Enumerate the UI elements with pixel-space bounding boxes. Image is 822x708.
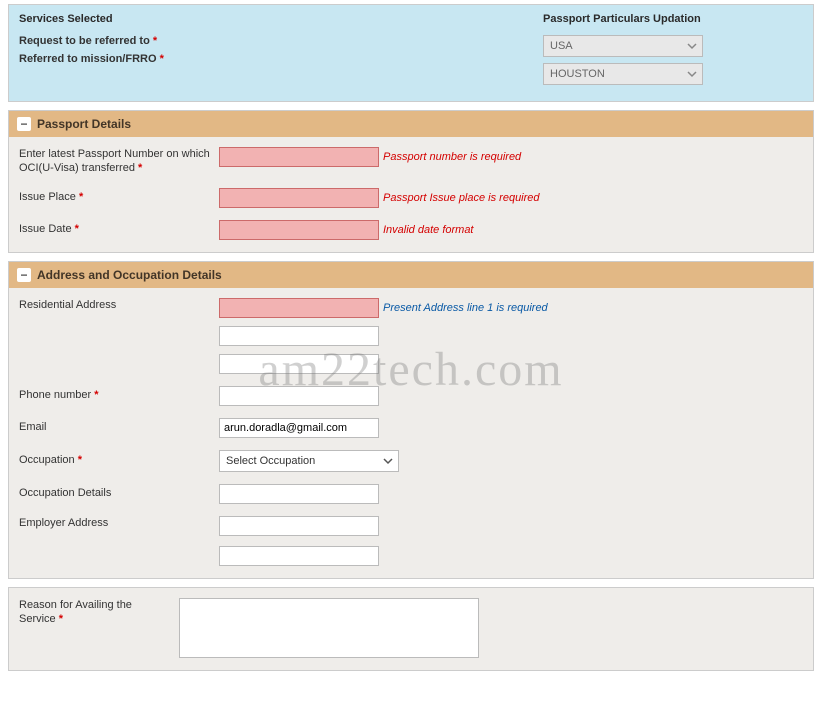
phone-input[interactable] [219, 386, 379, 406]
passport-number-error: Passport number is required [383, 151, 521, 163]
email-label: Email [19, 420, 219, 434]
request-select[interactable]: USA [543, 35, 703, 57]
particulars-label: Passport Particulars Updation [543, 13, 803, 25]
address-header[interactable]: − Address and Occupation Details [9, 262, 813, 288]
employer-line2-input[interactable] [219, 546, 379, 566]
reason-label: Reason for Availing the Service * [19, 598, 179, 627]
address-panel: − Address and Occupation Details Residen… [8, 261, 814, 579]
occupation-details-label: Occupation Details [19, 486, 219, 500]
issue-place-input[interactable] [219, 188, 379, 208]
residential-error: Present Address line 1 is required [383, 302, 548, 314]
occupation-select[interactable]: Select Occupation [219, 450, 399, 472]
occupation-label: Occupation * [19, 453, 219, 467]
email-input[interactable] [219, 418, 379, 438]
phone-label: Phone number * [19, 388, 219, 402]
collapse-icon[interactable]: − [17, 268, 31, 282]
occupation-details-input[interactable] [219, 484, 379, 504]
employer-label: Employer Address [19, 516, 219, 530]
request-label: Request to be referred to * [19, 35, 219, 47]
issue-place-label: Issue Place * [19, 190, 219, 204]
residential-line3-input[interactable] [219, 354, 379, 374]
issue-place-error: Passport Issue place is required [383, 192, 540, 204]
issue-date-error: Invalid date format [383, 224, 474, 236]
employer-line1-input[interactable] [219, 516, 379, 536]
services-panel: Services Selected Request to be referred… [8, 4, 814, 102]
residential-line2-input[interactable] [219, 326, 379, 346]
chevron-down-icon [686, 40, 698, 52]
reason-panel: Reason for Availing the Service * [8, 587, 814, 671]
reason-textarea[interactable] [179, 598, 479, 658]
services-title: Services Selected [19, 13, 543, 25]
chevron-down-icon [686, 68, 698, 80]
collapse-icon[interactable]: − [17, 117, 31, 131]
chevron-down-icon [382, 455, 394, 467]
residential-label: Residential Address [19, 298, 219, 312]
mission-select[interactable]: HOUSTON [543, 63, 703, 85]
passport-header[interactable]: − Passport Details [9, 111, 813, 137]
mission-label: Referred to mission/FRRO * [19, 53, 219, 65]
passport-panel: − Passport Details Enter latest Passport… [8, 110, 814, 253]
passport-number-label: Enter latest Passport Number on which OC… [19, 147, 219, 176]
issue-date-input[interactable] [219, 220, 379, 240]
issue-date-label: Issue Date * [19, 222, 219, 236]
residential-line1-input[interactable] [219, 298, 379, 318]
passport-number-input[interactable] [219, 147, 379, 167]
